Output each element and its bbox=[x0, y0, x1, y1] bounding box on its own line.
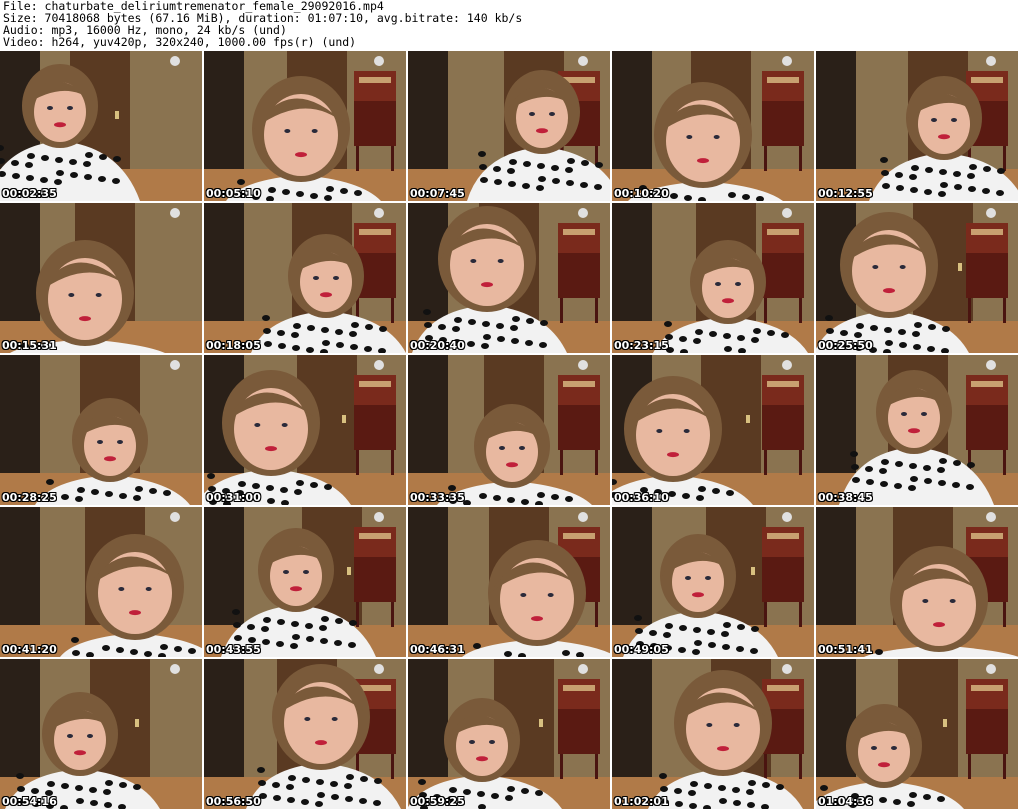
frame-image bbox=[612, 203, 814, 353]
video-frame-thumbnail: 00:20:40 bbox=[408, 203, 610, 353]
video-frame-thumbnail: 00:54:16 bbox=[0, 659, 202, 809]
thumbnail-grid: 00:02:35 00:05:10 00:07:45 00:10:20 00:12:55… bbox=[0, 51, 1024, 811]
frame-image bbox=[408, 203, 610, 353]
video-frame-thumbnail: 00:31:00 bbox=[204, 355, 406, 505]
frame-timestamp: 00:23:15 bbox=[614, 339, 669, 352]
video-frame-thumbnail: 00:33:35 bbox=[408, 355, 610, 505]
frame-image bbox=[204, 507, 406, 657]
frame-timestamp: 00:18:05 bbox=[206, 339, 261, 352]
frame-image bbox=[0, 659, 202, 809]
video-frame-thumbnail: 00:46:31 bbox=[408, 507, 610, 657]
frame-image bbox=[816, 203, 1018, 353]
contact-sheet-header: File: chaturbate_deliriumtremenator_fema… bbox=[0, 0, 1024, 52]
video-frame-thumbnail: 00:38:45 bbox=[816, 355, 1018, 505]
video-info-line: Video: h264, yuv420p, 320x240, 1000.00 f… bbox=[3, 35, 357, 49]
frame-image bbox=[612, 51, 814, 201]
frame-timestamp: 00:28:25 bbox=[2, 491, 57, 504]
frame-timestamp: 00:12:55 bbox=[818, 187, 873, 200]
video-frame-thumbnail: 00:05:10 bbox=[204, 51, 406, 201]
frame-timestamp: 00:54:16 bbox=[2, 795, 57, 808]
video-frame-thumbnail: 00:36:10 bbox=[612, 355, 814, 505]
video-frame-thumbnail: 00:49:05 bbox=[612, 507, 814, 657]
frame-timestamp: 00:31:00 bbox=[206, 491, 261, 504]
frame-image bbox=[408, 355, 610, 505]
frame-timestamp: 00:59:25 bbox=[410, 795, 465, 808]
frame-image bbox=[408, 659, 610, 809]
frame-timestamp: 00:43:55 bbox=[206, 643, 261, 656]
video-frame-thumbnail: 00:41:20 bbox=[0, 507, 202, 657]
video-frame-thumbnail: 00:23:15 bbox=[612, 203, 814, 353]
frame-timestamp: 01:04:36 bbox=[818, 795, 873, 808]
frame-image bbox=[0, 203, 202, 353]
frame-image bbox=[204, 51, 406, 201]
video-frame-thumbnail: 00:51:41 bbox=[816, 507, 1018, 657]
frame-timestamp: 00:25:50 bbox=[818, 339, 873, 352]
frame-timestamp: 00:10:20 bbox=[614, 187, 669, 200]
frame-timestamp: 00:36:10 bbox=[614, 491, 669, 504]
frame-image bbox=[204, 203, 406, 353]
frame-timestamp: 00:56:50 bbox=[206, 795, 261, 808]
frame-image bbox=[816, 51, 1018, 201]
frame-timestamp: 00:20:40 bbox=[410, 339, 465, 352]
frame-timestamp: 00:05:10 bbox=[206, 187, 261, 200]
frame-timestamp: 00:41:20 bbox=[2, 643, 57, 656]
frame-image bbox=[816, 659, 1018, 809]
video-frame-thumbnail: 00:02:35 bbox=[0, 51, 202, 201]
frame-timestamp: 00:07:45 bbox=[410, 187, 465, 200]
frame-image bbox=[816, 507, 1018, 657]
frame-image bbox=[408, 507, 610, 657]
frame-image bbox=[408, 51, 610, 201]
video-frame-thumbnail: 00:43:55 bbox=[204, 507, 406, 657]
frame-image bbox=[0, 355, 202, 505]
video-frame-thumbnail: 00:07:45 bbox=[408, 51, 610, 201]
frame-timestamp: 00:38:45 bbox=[818, 491, 873, 504]
frame-image bbox=[816, 355, 1018, 505]
frame-image bbox=[612, 355, 814, 505]
frame-image bbox=[0, 507, 202, 657]
frame-image bbox=[612, 659, 814, 809]
video-frame-thumbnail: 00:10:20 bbox=[612, 51, 814, 201]
frame-timestamp: 00:46:31 bbox=[410, 643, 465, 656]
video-frame-thumbnail: 00:59:25 bbox=[408, 659, 610, 809]
frame-timestamp: 00:33:35 bbox=[410, 491, 465, 504]
frame-image bbox=[0, 51, 202, 201]
frame-timestamp: 00:51:41 bbox=[818, 643, 873, 656]
video-frame-thumbnail: 01:02:01 bbox=[612, 659, 814, 809]
frame-timestamp: 00:49:05 bbox=[614, 643, 669, 656]
video-frame-thumbnail: 00:56:50 bbox=[204, 659, 406, 809]
frame-image bbox=[204, 355, 406, 505]
video-frame-thumbnail: 00:18:05 bbox=[204, 203, 406, 353]
video-frame-thumbnail: 00:12:55 bbox=[816, 51, 1018, 201]
frame-timestamp: 00:15:31 bbox=[2, 339, 57, 352]
video-frame-thumbnail: 00:15:31 bbox=[0, 203, 202, 353]
video-frame-thumbnail: 01:04:36 bbox=[816, 659, 1018, 809]
frame-image bbox=[612, 507, 814, 657]
video-frame-thumbnail: 00:25:50 bbox=[816, 203, 1018, 353]
frame-image bbox=[204, 659, 406, 809]
frame-timestamp: 01:02:01 bbox=[614, 795, 669, 808]
frame-timestamp: 00:02:35 bbox=[2, 187, 57, 200]
video-frame-thumbnail: 00:28:25 bbox=[0, 355, 202, 505]
